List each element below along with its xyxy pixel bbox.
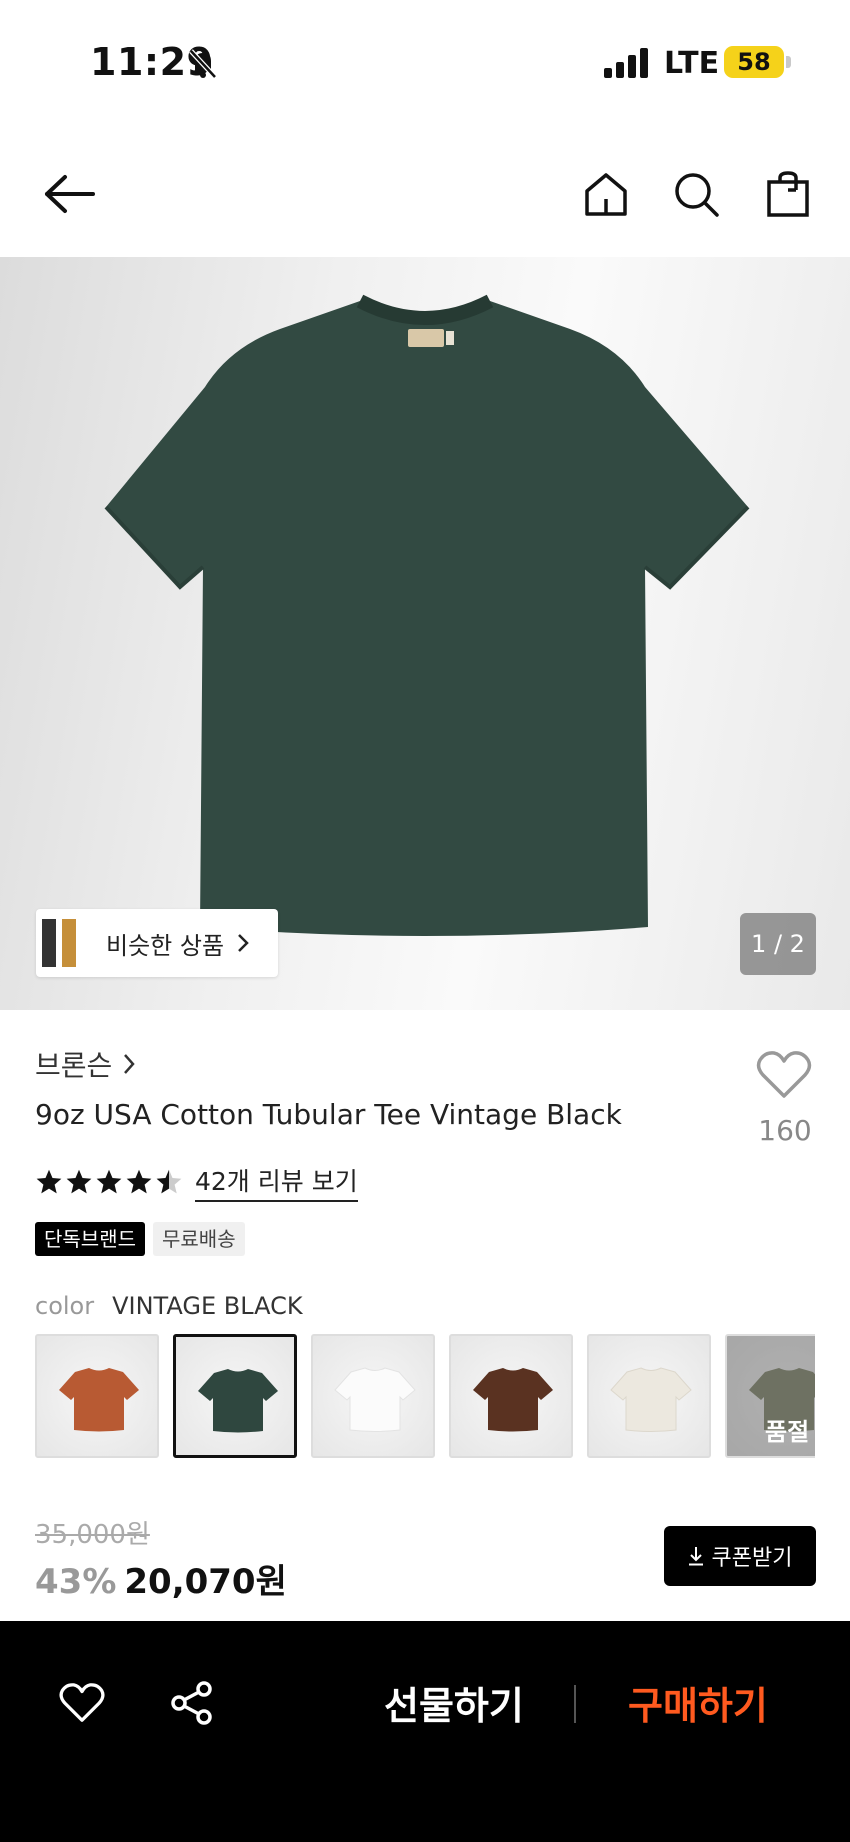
network-type: LTE <box>664 46 720 81</box>
back-button[interactable] <box>38 162 102 226</box>
chevron-right-icon <box>124 1054 135 1074</box>
product-tags: 단독브랜드 무료배송 <box>35 1222 245 1256</box>
coupon-label: 쿠폰받기 <box>711 1546 793 1571</box>
share-button[interactable] <box>160 1671 224 1735</box>
chevron-right-icon <box>238 934 249 952</box>
star-rating <box>35 1168 183 1196</box>
sale-price: 20,070원 <box>124 1562 287 1602</box>
home-icon <box>585 173 627 216</box>
image-pager: 1 / 2 <box>740 913 816 975</box>
color-swatch-brown[interactable] <box>449 1334 573 1458</box>
heart-icon <box>59 1683 105 1722</box>
gift-button[interactable]: 선물하기 <box>384 1675 524 1730</box>
color-key: color <box>35 1292 95 1320</box>
color-value: VINTAGE BLACK <box>112 1292 303 1320</box>
arrow-left-icon <box>45 175 95 213</box>
swatch-tee-image <box>59 1368 139 1432</box>
product-title: 9oz USA Cotton Tubular Tee Vintage Black <box>35 1098 622 1131</box>
color-selection-label: color VINTAGE BLACK <box>35 1292 303 1320</box>
heart-icon[interactable] <box>756 1050 812 1100</box>
bell-muted-icon <box>189 49 217 79</box>
sold-out-label: 품절 <box>765 1418 810 1446</box>
coupon-button[interactable]: 쿠폰받기 <box>664 1526 816 1586</box>
product-image-gallery[interactable]: 비슷한 상품 1 / 2 <box>0 257 850 1010</box>
original-price: 35,000원 <box>35 1520 150 1550</box>
brand-link[interactable]: 브론슨 <box>35 1044 136 1084</box>
status-bar: 11:29 LTE 58 <box>0 0 850 120</box>
home-button[interactable] <box>574 162 638 226</box>
product-image <box>104 294 750 936</box>
brand-name: 브론슨 <box>35 1049 113 1082</box>
star-icon <box>96 1169 122 1194</box>
review-link[interactable]: 42개 리뷰 보기 <box>195 1162 358 1202</box>
similar-products-button[interactable]: 비슷한 상품 <box>36 909 278 977</box>
color-swatch-orange[interactable] <box>35 1334 159 1458</box>
search-button[interactable] <box>664 162 728 226</box>
exclusive-brand-badge: 단독브랜드 <box>35 1222 145 1256</box>
cellular-signal-icon <box>604 48 648 78</box>
swatch-tee-image <box>473 1368 553 1432</box>
similar-thumbnails <box>36 909 80 977</box>
shopping-bag-icon <box>767 171 809 217</box>
price-row: 43% 20,070원 <box>35 1554 287 1603</box>
download-icon <box>688 1547 703 1566</box>
divider <box>574 1685 576 1723</box>
color-swatch-olive-sold-out[interactable]: 품절 <box>725 1334 815 1458</box>
star-icon <box>66 1169 92 1194</box>
rating-row: 42개 리뷰 보기 <box>35 1162 358 1202</box>
swatch-tee-image <box>610 1367 692 1432</box>
swatch-tee-image <box>198 1369 278 1433</box>
buy-button[interactable]: 구매하기 <box>628 1675 768 1730</box>
color-swatches: 품절 <box>35 1334 815 1460</box>
star-half-icon <box>156 1169 182 1194</box>
cart-button[interactable] <box>756 162 820 226</box>
swatch-tee-image <box>334 1367 416 1432</box>
color-swatch-white[interactable] <box>311 1334 435 1458</box>
discount-rate: 43% <box>35 1562 117 1602</box>
share-icon <box>171 1681 212 1725</box>
free-shipping-badge: 무료배송 <box>153 1222 245 1256</box>
similar-products-label: 비슷한 상품 <box>106 931 225 960</box>
search-icon <box>675 173 719 217</box>
star-icon <box>126 1169 152 1194</box>
color-swatch-vintage-black[interactable] <box>173 1334 297 1458</box>
wishlist-button[interactable] <box>50 1671 114 1735</box>
top-nav <box>0 150 850 240</box>
color-swatch-natural[interactable] <box>587 1334 711 1458</box>
bottom-action-bar: 선물하기 구매하기 <box>0 1621 850 1842</box>
star-icon <box>36 1169 62 1194</box>
battery-tip <box>786 56 791 68</box>
like-count: 160 <box>758 1114 812 1147</box>
battery-indicator: 58 <box>724 46 784 78</box>
